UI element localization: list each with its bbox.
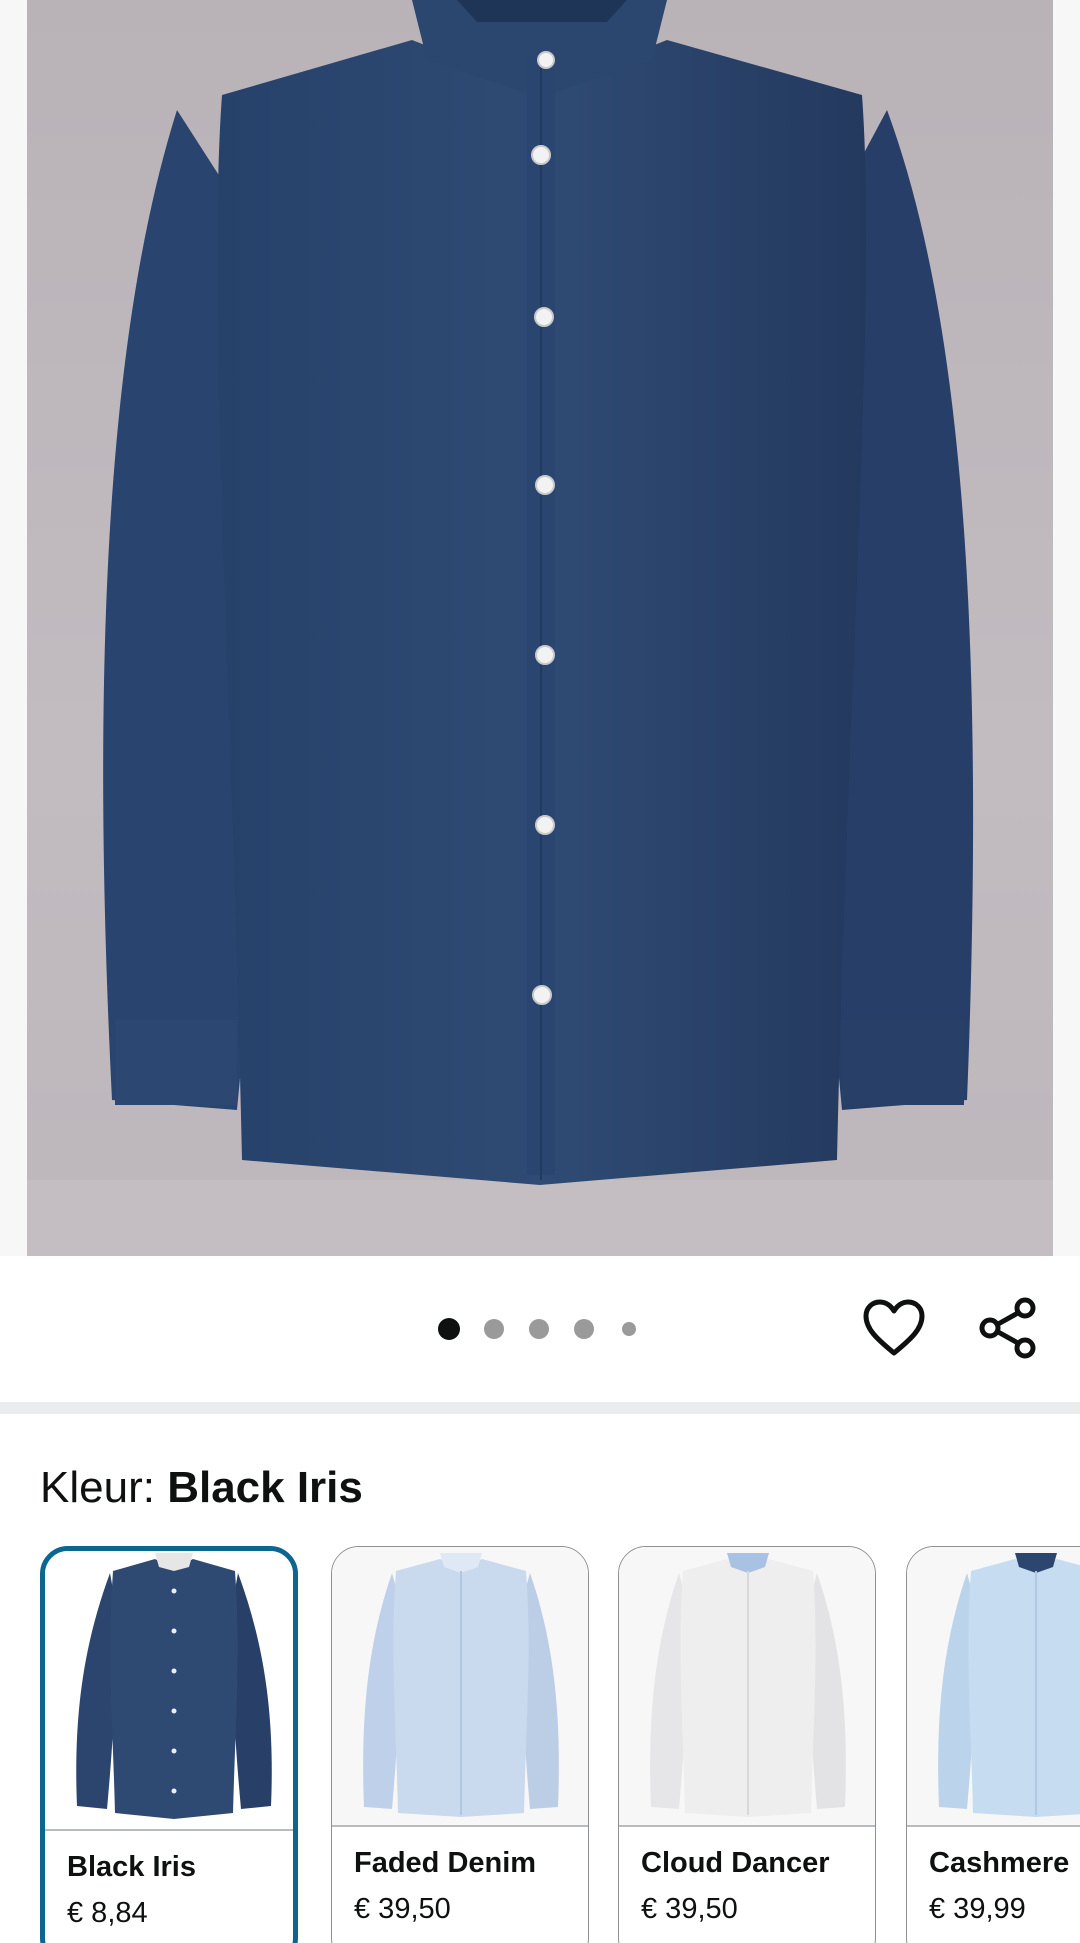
- color-option-name: Cashmere: [929, 1847, 1070, 1879]
- color-swatch-list: Black Iris € 8,84 Faded Denim € 39,50 Cl…: [0, 1540, 1080, 1943]
- color-option-name: Faded Denim: [354, 1847, 537, 1879]
- color-selector-heading: Kleur: Black Iris: [40, 1458, 363, 1518]
- color-option-thumbnail: [907, 1547, 1080, 1825]
- pagination-dot-4[interactable]: [574, 1319, 594, 1339]
- pagination-dot-3[interactable]: [529, 1319, 549, 1339]
- product-image[interactable]: [27, 0, 1053, 1256]
- thumbnail-divider: [619, 1825, 875, 1827]
- selected-color-value: Black Iris: [167, 1463, 363, 1512]
- share-icon: [979, 1297, 1036, 1359]
- color-option-black-iris[interactable]: Black Iris € 8,84: [40, 1546, 298, 1943]
- color-option-thumbnail: [619, 1547, 875, 1825]
- section-divider: [0, 1402, 1080, 1414]
- color-option-price: € 39,99: [929, 1893, 1026, 1925]
- share-button[interactable]: [972, 1292, 1044, 1364]
- color-option-thumbnail: [45, 1551, 293, 1829]
- thumbnail-divider: [907, 1825, 1080, 1827]
- color-option-price: € 39,50: [354, 1893, 451, 1925]
- color-option-name: Black Iris: [67, 1851, 196, 1883]
- pagination-dot-1[interactable]: [438, 1318, 460, 1340]
- thumbnail-divider: [45, 1829, 293, 1831]
- color-label: Kleur:: [40, 1463, 155, 1512]
- color-option-faded-denim[interactable]: Faded Denim € 39,50: [331, 1546, 589, 1943]
- thumbnail-divider: [332, 1825, 588, 1827]
- pagination-dot-5[interactable]: [622, 1322, 636, 1336]
- pagination-dot-2[interactable]: [484, 1319, 504, 1339]
- color-option-name: Cloud Dancer: [641, 1847, 830, 1879]
- color-option-cashmere[interactable]: Cashmere € 39,99: [906, 1546, 1080, 1943]
- color-option-thumbnail: [332, 1547, 588, 1825]
- color-option-price: € 39,50: [641, 1893, 738, 1925]
- product-image-carousel[interactable]: [0, 0, 1080, 1256]
- color-option-price: € 8,84: [67, 1897, 148, 1929]
- heart-icon: [863, 1299, 925, 1356]
- color-option-cloud-dancer[interactable]: Cloud Dancer € 39,50: [618, 1546, 876, 1943]
- favorite-button[interactable]: [858, 1292, 930, 1364]
- gallery-controls: [0, 1256, 1080, 1402]
